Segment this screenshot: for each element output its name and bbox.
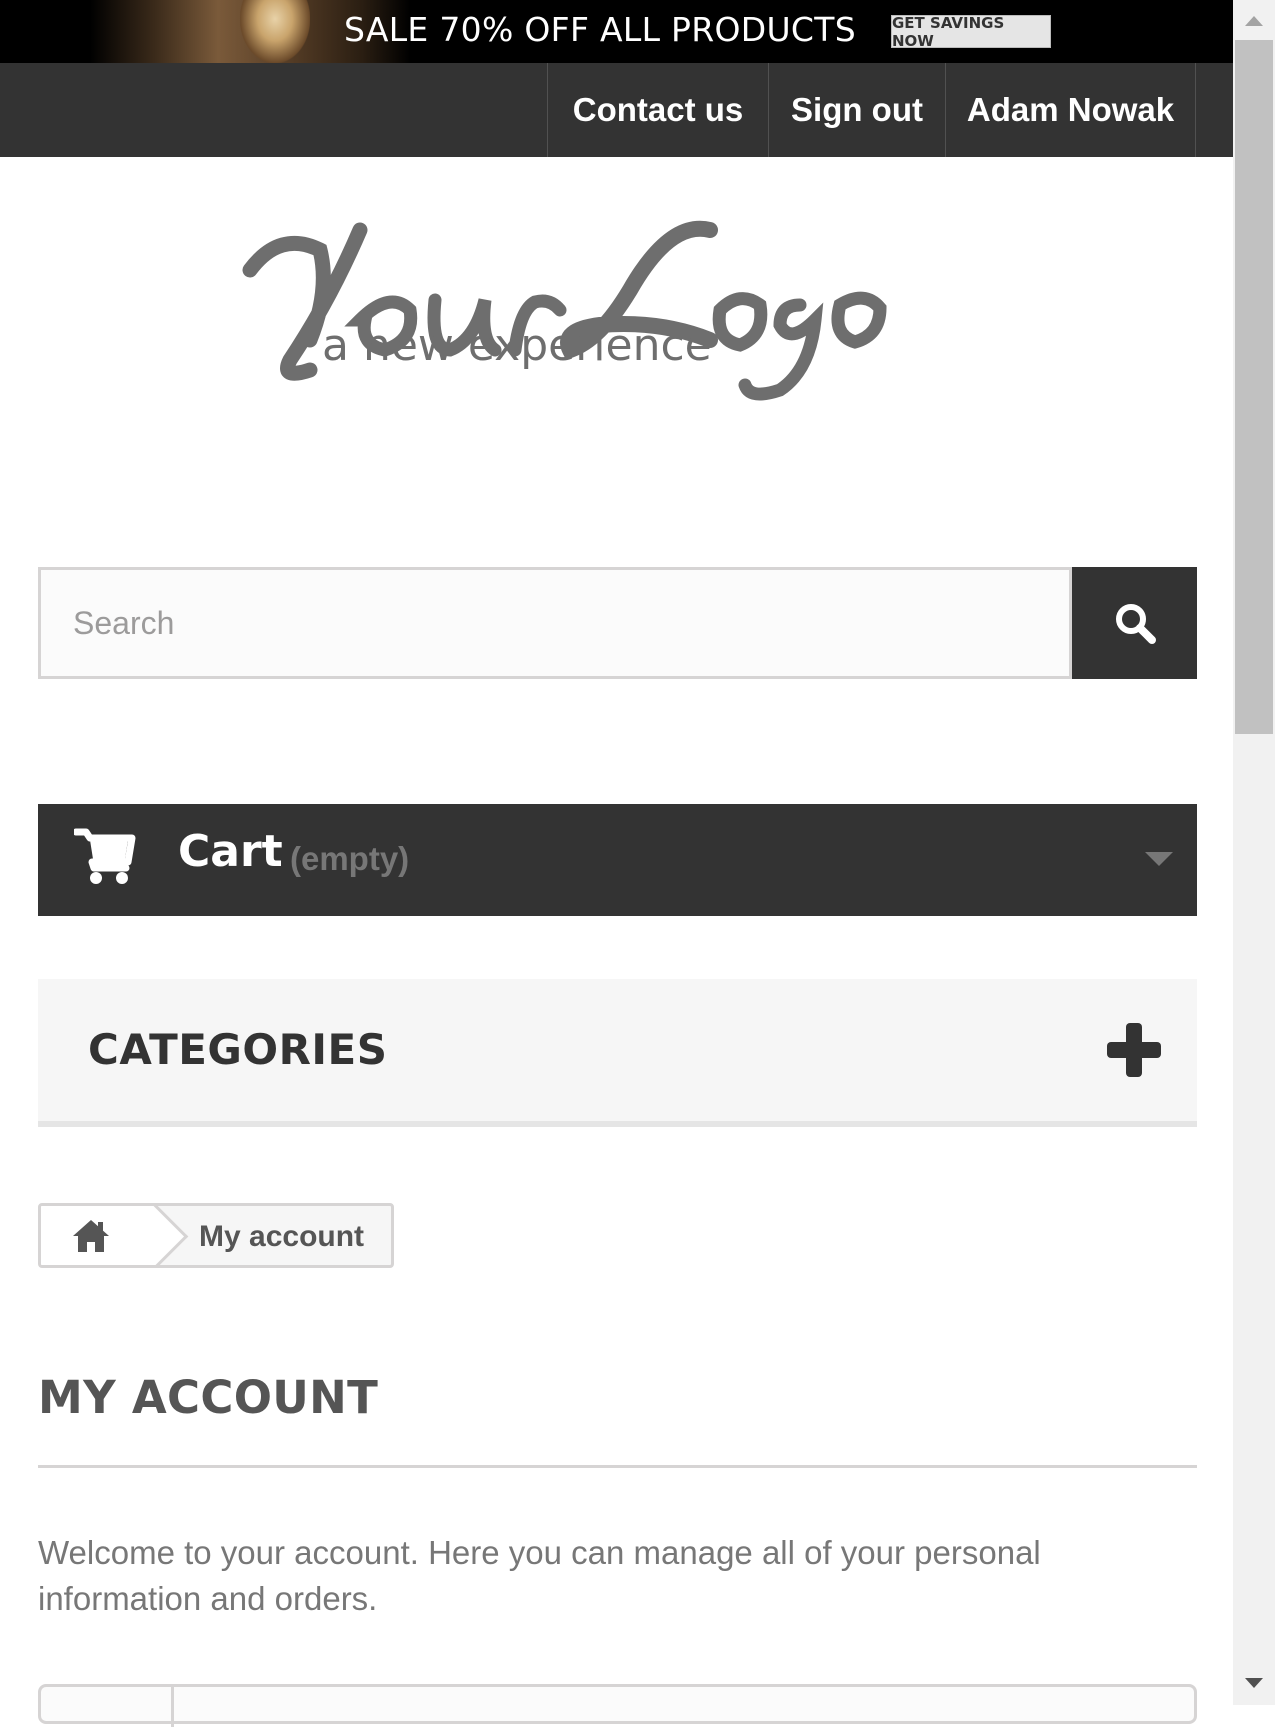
scroll-up-arrow-icon[interactable]	[1245, 16, 1263, 26]
promo-banner[interactable]: SALE 70% OFF ALL PRODUCTS GET SAVINGS NO…	[0, 0, 1233, 63]
breadcrumb-home-link[interactable]	[41, 1206, 141, 1265]
promo-headline: SALE 70% OFF ALL PRODUCTS	[344, 10, 856, 49]
promo-model-image	[240, 0, 310, 63]
contact-us-link[interactable]: Contact us	[547, 63, 768, 157]
cart-block[interactable]: Cart (empty)	[38, 804, 1197, 916]
top-nav: Contact us Sign out Adam Nowak	[0, 63, 1233, 157]
sign-out-link[interactable]: Sign out	[768, 63, 945, 157]
account-links-box[interactable]	[38, 1684, 1197, 1727]
nav-divider	[1195, 63, 1196, 157]
title-divider	[38, 1465, 1197, 1468]
scroll-down-arrow-icon[interactable]	[1245, 1678, 1263, 1688]
account-box-divider	[171, 1687, 174, 1727]
svg-text:a new experience: a new experience	[322, 320, 712, 371]
search-icon	[1115, 604, 1156, 644]
breadcrumb-current: My account	[199, 1220, 365, 1253]
get-savings-button[interactable]: GET SAVINGS NOW	[891, 14, 1051, 50]
home-icon	[73, 1219, 109, 1252]
expand-plus-icon[interactable]	[1107, 1023, 1161, 1077]
search-input[interactable]	[38, 567, 1072, 679]
page-title: MY ACCOUNT	[38, 1371, 379, 1424]
chevron-down-icon[interactable]	[1145, 852, 1173, 866]
categories-toggle[interactable]: CATEGORIES	[38, 979, 1197, 1127]
cart-label: Cart	[178, 826, 283, 877]
cart-status: (empty)	[290, 840, 410, 877]
account-user-link[interactable]: Adam Nowak	[945, 63, 1195, 157]
scrollbar-thumb[interactable]	[1235, 40, 1273, 734]
store-logo[interactable]: a new experience	[240, 210, 960, 420]
search-button[interactable]	[1072, 567, 1197, 679]
welcome-text: Welcome to your account. Here you can ma…	[38, 1534, 1041, 1617]
breadcrumb: My account	[38, 1203, 394, 1268]
scrollbar[interactable]	[1233, 0, 1275, 1705]
categories-title: CATEGORIES	[88, 1025, 388, 1074]
shopping-cart-icon	[74, 828, 136, 884]
